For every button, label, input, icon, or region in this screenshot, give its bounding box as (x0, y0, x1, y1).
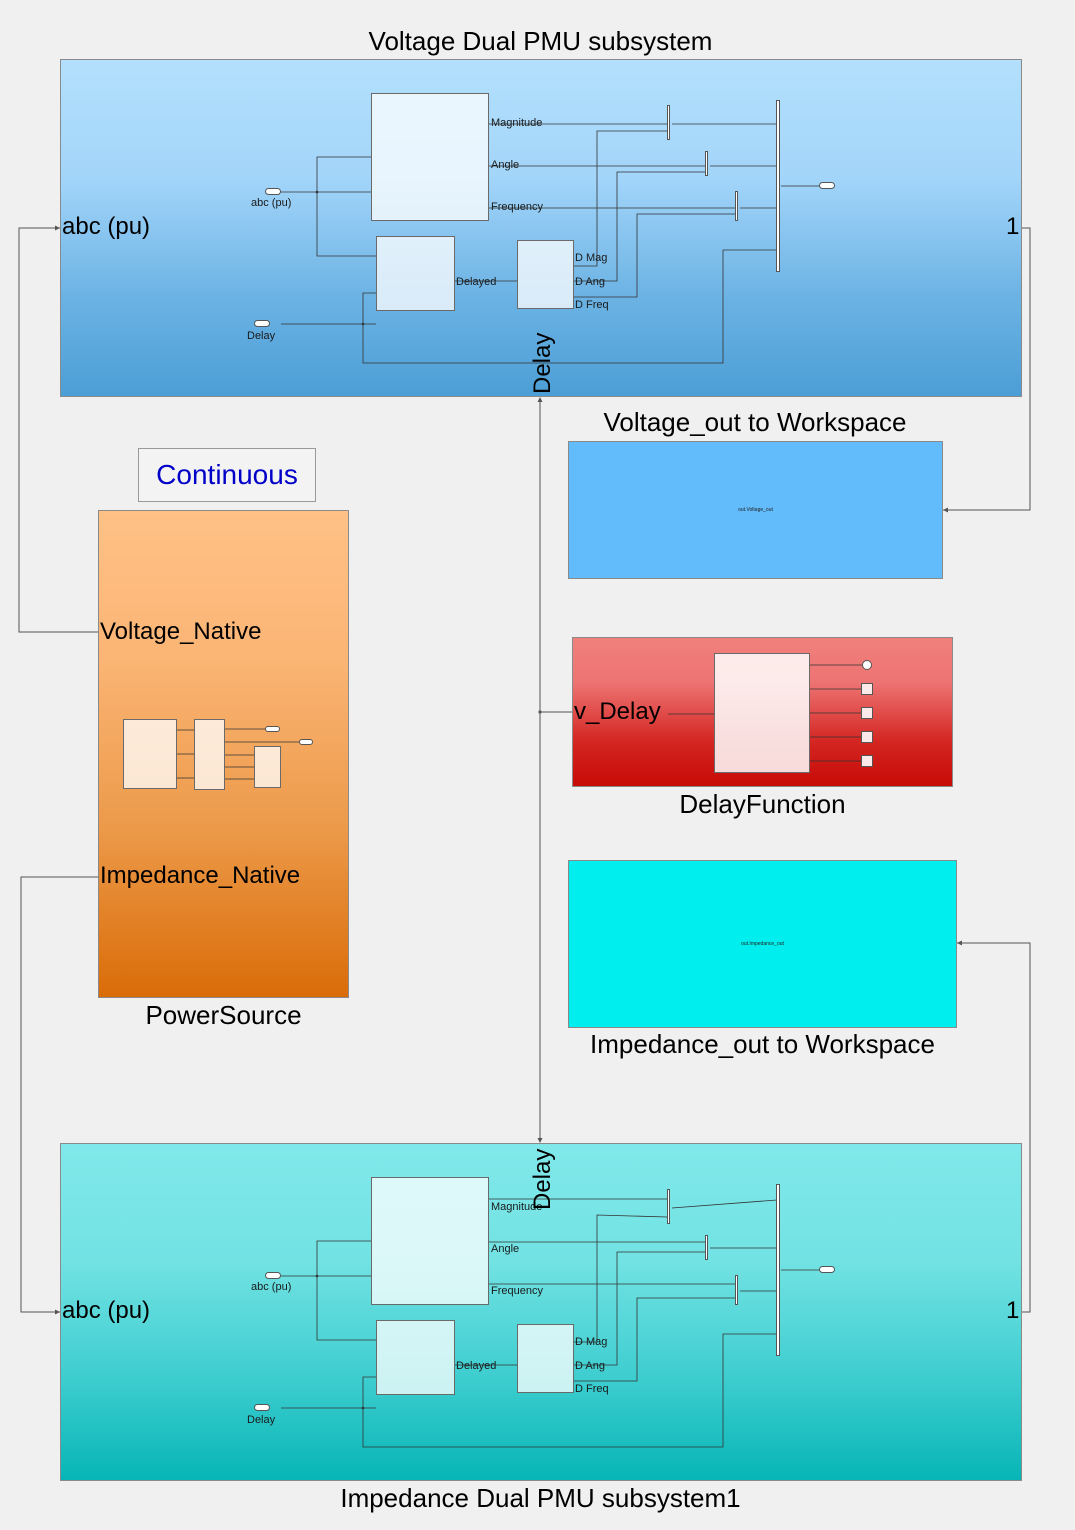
delay-function-const-3[interactable] (861, 731, 873, 743)
inport-abc-label: abc (pu) (251, 1281, 292, 1293)
frequency-label: Frequency (491, 201, 543, 213)
d-ang-label: D Ang (575, 276, 605, 288)
delay-block[interactable] (376, 236, 455, 311)
delay-function-title: DelayFunction (679, 789, 846, 819)
voltage-workspace-content: out.Voltage_out (738, 507, 773, 513)
mux-output[interactable] (776, 100, 780, 272)
inport-delay[interactable] (254, 320, 270, 327)
delayed-label: Delayed (456, 1360, 497, 1372)
mux-frequency[interactable] (735, 191, 738, 221)
delayed-label: Delayed (456, 276, 497, 288)
inport-abc[interactable] (265, 188, 281, 195)
mux-output[interactable] (776, 1184, 780, 1356)
outport[interactable] (819, 182, 835, 189)
delay-function-const-4[interactable] (861, 755, 873, 767)
power-source-impedance-port: Impedance_Native (100, 862, 301, 889)
outport[interactable] (819, 1266, 835, 1273)
d-freq-label: D Freq (575, 1383, 609, 1395)
power-source-title: PowerSource (145, 1000, 302, 1030)
voltage-pmu-out-port: 1 (1006, 213, 1020, 240)
voltage-workspace-block[interactable]: out.Voltage_out (568, 441, 943, 579)
d-mag-label: D Mag (575, 252, 608, 264)
impedance-pmu-delay-port: Delay (529, 1148, 556, 1210)
impedance-workspace-block[interactable]: out.Impedance_out (568, 860, 957, 1028)
source-outport-2[interactable] (299, 739, 313, 745)
d-mag-label: D Mag (575, 1336, 608, 1348)
inport-delay-label: Delay (247, 1414, 276, 1426)
pmu-block[interactable] (371, 93, 489, 221)
delayed-pmu-block[interactable] (517, 1324, 574, 1393)
impedance-workspace-title: Impedance_out to Workspace (590, 1029, 935, 1059)
voltage-pmu-delay-port: Delay (529, 332, 556, 394)
inport-delay[interactable] (254, 1404, 270, 1411)
mux-angle[interactable] (705, 1235, 708, 1260)
continuous-block[interactable]: Continuous (138, 448, 316, 502)
inport-delay-label: Delay (247, 330, 276, 342)
impedance-pmu-out-port: 1 (1006, 1297, 1020, 1324)
delay-function-const-2[interactable] (861, 707, 873, 719)
mux-frequency[interactable] (735, 1275, 738, 1305)
mux-magnitude[interactable] (667, 1189, 670, 1224)
source-outport-1[interactable] (265, 726, 280, 732)
delay-function-port: v_Delay (574, 698, 661, 725)
continuous-label: Continuous (156, 459, 298, 490)
voltage-pmu-title: Voltage Dual PMU subsystem (368, 26, 713, 56)
delayed-pmu-block[interactable] (517, 240, 574, 309)
mux-angle[interactable] (705, 151, 708, 176)
angle-label: Angle (491, 1243, 520, 1255)
voltage-workspace-title: Voltage_out to Workspace (603, 407, 907, 437)
mux-magnitude[interactable] (667, 105, 670, 140)
delay-function-input-1[interactable] (862, 660, 872, 670)
delay-function-const-1[interactable] (861, 683, 873, 695)
frequency-label: Frequency (491, 1285, 543, 1297)
voltage-pmu-in-port: abc (pu) (62, 213, 151, 240)
d-ang-label: D Ang (575, 1360, 605, 1372)
source-block-3[interactable] (254, 746, 281, 788)
impedance-pmu-title: Impedance Dual PMU subsystem1 (340, 1483, 741, 1513)
d-freq-label: D Freq (575, 299, 609, 311)
inport-abc-label: abc (pu) (251, 197, 292, 209)
source-block-1[interactable] (123, 719, 177, 789)
angle-label: Angle (491, 159, 520, 171)
impedance-pmu-in-port: abc (pu) (62, 1297, 151, 1324)
source-block-2[interactable] (194, 719, 225, 790)
delay-function-core[interactable] (714, 653, 810, 773)
impedance-workspace-content: out.Impedance_out (741, 941, 784, 947)
delay-block[interactable] (376, 1320, 455, 1395)
inport-abc[interactable] (265, 1272, 281, 1279)
power-source-voltage-port: Voltage_Native (100, 618, 262, 645)
power-source-block[interactable] (98, 510, 349, 998)
magnitude-label: Magnitude (491, 117, 543, 129)
pmu-block[interactable] (371, 1177, 489, 1305)
